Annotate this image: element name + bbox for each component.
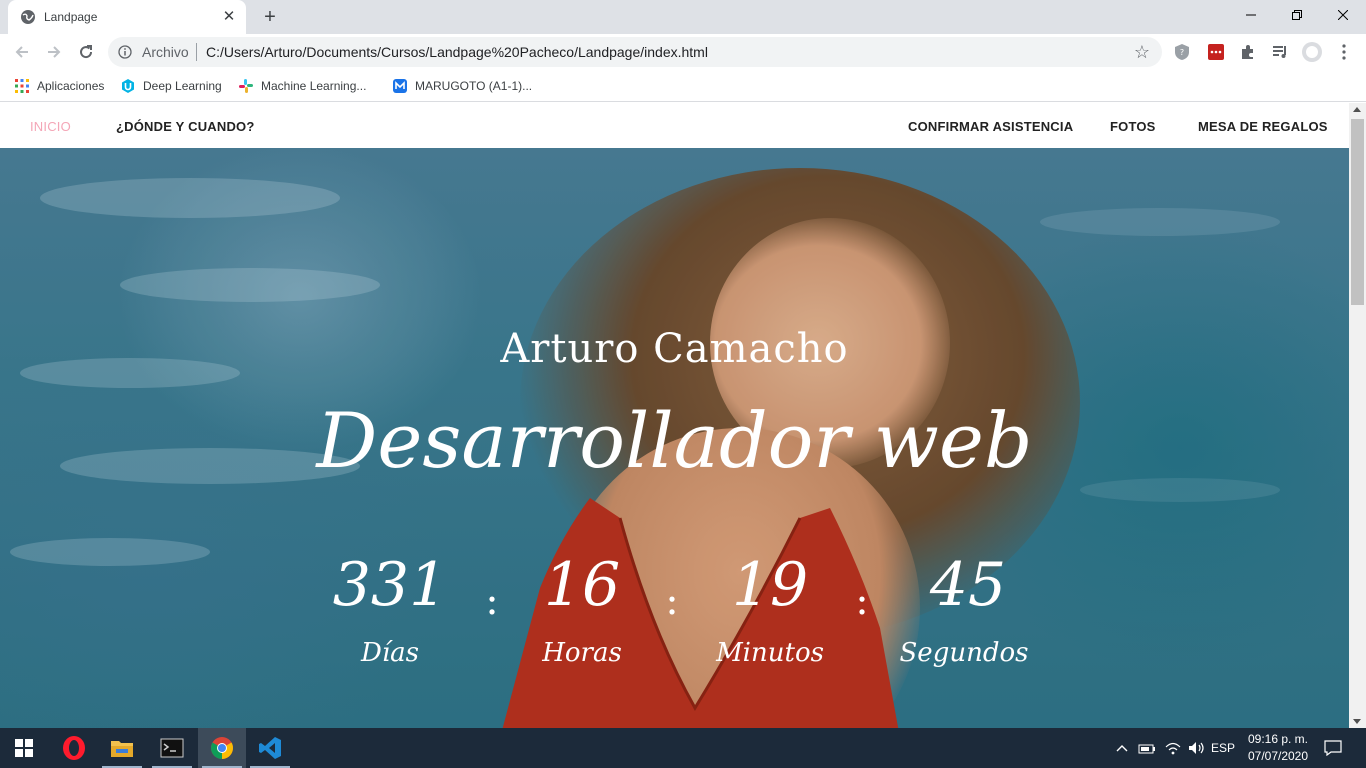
globe-icon (21, 10, 35, 24)
close-tab-icon[interactable]: ✕ (220, 8, 238, 26)
hero-section: Arturo Camacho Desarrollador web 331 : 1… (0, 148, 1349, 728)
bookmark-label: Machine Learning... (261, 79, 367, 93)
site-navbar: INICIO ¿DÓNDE Y CUANDO? CONFIRMAR ASISTE… (0, 103, 1349, 148)
svg-text:?: ? (1180, 48, 1184, 57)
page-viewport: INICIO ¿DÓNDE Y CUANDO? CONFIRMAR ASISTE… (0, 103, 1349, 728)
browser-toolbar: Archivo C:/Users/Arturo/Documents/Cursos… (0, 34, 1366, 70)
tray-chevron-up-icon[interactable] (1114, 728, 1130, 768)
nav-donde-cuando[interactable]: ¿DÓNDE Y CUANDO? (116, 119, 255, 134)
page-scrollbar[interactable] (1349, 103, 1366, 728)
puzzle-extensions-icon[interactable] (1238, 42, 1258, 62)
bookmarks-bar: Aplicaciones Deep Learning Machine Learn… (0, 70, 1366, 102)
bookmark-label: Deep Learning (143, 79, 222, 93)
url-text[interactable]: C:/Users/Arturo/Documents/Cursos/Landpag… (206, 44, 708, 60)
slack-icon (239, 79, 253, 93)
battery-icon[interactable] (1136, 728, 1158, 768)
close-icon (1338, 10, 1348, 20)
restore-icon (1292, 10, 1302, 20)
countdown-seconds-value: 45 (929, 550, 1007, 620)
countdown-separator: : (855, 578, 869, 624)
arrow-left-icon (15, 46, 28, 58)
bookmark-marugoto[interactable]: MARUGOTO (A1-1)... (392, 76, 532, 96)
red-extension-icon[interactable] (1206, 42, 1226, 62)
windows-taskbar: ESP 09:16 p. m. 07/07/2020 (0, 728, 1366, 768)
windows-start-icon (15, 739, 33, 757)
scroll-up-icon[interactable] (1353, 107, 1361, 112)
taskbar-vscode[interactable] (246, 728, 294, 768)
udacity-icon (122, 79, 134, 93)
countdown-minutes-label: Minutos (716, 638, 824, 668)
bookmark-machine-learning[interactable]: Machine Learning... (238, 76, 366, 96)
countdown-minutes-value: 19 (731, 550, 809, 620)
apps-grid-icon (15, 79, 29, 93)
clock-time: 09:16 p. m. (1247, 732, 1309, 746)
arrow-right-icon (48, 46, 61, 58)
bookmark-aplicaciones[interactable]: Aplicaciones (14, 76, 104, 96)
marugoto-icon (393, 79, 407, 93)
terminal-icon (160, 738, 184, 758)
start-button[interactable] (0, 728, 48, 768)
nav-confirmar-asistencia[interactable]: CONFIRMAR ASISTENCIA (908, 119, 1073, 134)
taskbar-opera[interactable] (50, 728, 98, 768)
notifications-icon[interactable] (1318, 728, 1348, 768)
taskbar-terminal[interactable] (148, 728, 196, 768)
opera-icon (63, 736, 85, 760)
network-icon[interactable] (1162, 728, 1184, 768)
tab-title: Landpage (44, 10, 98, 24)
back-button[interactable] (10, 40, 34, 64)
countdown-days-value: 331 (332, 550, 448, 620)
countdown-hours-value: 16 (543, 550, 621, 620)
reload-icon (80, 45, 93, 59)
file-explorer-icon (111, 741, 133, 757)
taskbar-file-explorer[interactable] (98, 728, 146, 768)
language-indicator[interactable]: ESP (1208, 728, 1238, 768)
bookmark-star-icon[interactable]: ☆ (1132, 42, 1152, 62)
bookmark-label: Aplicaciones (37, 79, 105, 93)
nav-inicio[interactable]: INICIO (30, 119, 71, 134)
browser-tab[interactable]: Landpage ✕ (8, 0, 246, 34)
scheme-label: Archivo (142, 44, 189, 60)
address-separator (196, 43, 197, 61)
scrollbar-thumb[interactable] (1351, 119, 1364, 305)
menu-kebab-icon[interactable] (1334, 42, 1354, 62)
countdown-seconds-label: Segundos (899, 638, 1029, 668)
minimize-icon (1246, 14, 1256, 16)
bookmark-label: MARUGOTO (A1-1)... (415, 79, 533, 93)
countdown-hours-label: Horas (542, 638, 622, 668)
browser-tab-strip: Landpage ✕ + (0, 0, 1366, 34)
nav-mesa-regalos[interactable]: MESA DE REGALOS (1198, 119, 1328, 134)
clock-date: 07/07/2020 (1247, 749, 1309, 763)
vscode-icon (259, 737, 281, 759)
profile-avatar-icon[interactable] (1302, 42, 1322, 62)
hero-name: Arturo Camacho (500, 326, 849, 372)
volume-icon[interactable] (1186, 728, 1208, 768)
close-window-button[interactable] (1320, 0, 1366, 30)
countdown-separator: : (485, 578, 499, 624)
minimize-window-button[interactable] (1228, 0, 1274, 30)
address-bar[interactable]: Archivo C:/Users/Arturo/Documents/Cursos… (108, 37, 1162, 67)
nav-fotos[interactable]: FOTOS (1110, 119, 1156, 134)
taskbar-chrome[interactable] (198, 728, 246, 768)
forward-button[interactable] (42, 40, 66, 64)
new-tab-button[interactable]: + (258, 6, 282, 28)
countdown-separator: : (665, 578, 679, 624)
taskbar-clock[interactable]: 09:16 p. m. 07/07/2020 (1236, 731, 1320, 765)
shield-extension-icon[interactable]: ? (1172, 42, 1192, 62)
scroll-down-icon[interactable] (1353, 719, 1361, 724)
chrome-icon (211, 737, 233, 759)
media-queue-icon[interactable] (1270, 42, 1290, 62)
bookmark-deep-learning[interactable]: Deep Learning (120, 76, 222, 96)
restore-window-button[interactable] (1274, 0, 1320, 30)
reload-button[interactable] (74, 40, 98, 64)
countdown-days-label: Días (360, 638, 419, 668)
hero-role: Desarrollador web (316, 396, 1033, 485)
info-icon[interactable] (118, 45, 132, 59)
